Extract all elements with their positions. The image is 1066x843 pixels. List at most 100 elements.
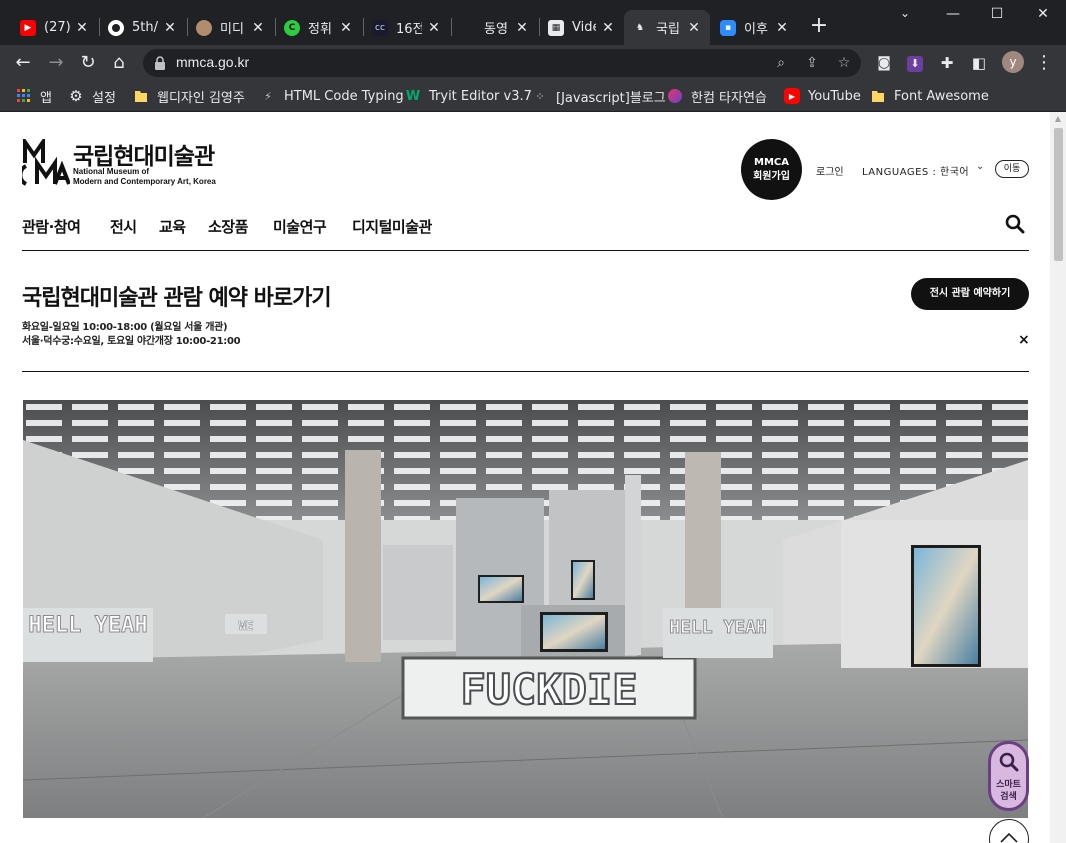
lock-icon: [155, 56, 165, 70]
download-icon[interactable]: ⬇: [903, 51, 927, 75]
logo-english-text: National Museum of Modern and Contempora…: [73, 167, 216, 186]
bookmark-link[interactable]: ▶ YouTube: [784, 86, 861, 106]
close-icon[interactable]: ✕: [250, 20, 266, 36]
logo-korean-text[interactable]: 국립현대미술관: [73, 137, 215, 171]
browser-tab[interactable]: ▪ 이후 ✕: [712, 10, 798, 45]
minimize-button[interactable]: —: [941, 6, 965, 26]
close-icon[interactable]: ✕: [74, 20, 90, 36]
browser-tab[interactable]: 동영 ✕: [452, 10, 538, 45]
youtube-icon: ▶: [20, 19, 36, 36]
page-scrollbar[interactable]: ▲: [1050, 112, 1066, 843]
bolt-icon: ⚡: [264, 89, 272, 103]
hero-exhibition-image[interactable]: HELL YEAH WE FUCKDIE HELL YEAH: [23, 400, 1028, 818]
mmca-icon: ♞: [632, 19, 648, 36]
browser-tab[interactable]: C 정휘 ✕: [276, 10, 362, 45]
divider: [22, 371, 1029, 372]
cc-icon: cc: [372, 19, 388, 36]
browser-tab[interactable]: cc 16전 ✕: [364, 10, 450, 45]
nav-item[interactable]: 디지털미술관: [352, 216, 432, 237]
c-logo-icon: C: [284, 19, 300, 36]
home-icon[interactable]: ⌂: [107, 51, 131, 75]
address-bar[interactable]: mmca.go.kr ⌕ ⇪ ☆: [143, 49, 861, 77]
browser-tab[interactable]: ▶ (27) ✕: [12, 10, 98, 45]
browser-tab[interactable]: 5th/ ✕: [100, 10, 186, 45]
reload-icon[interactable]: ↻: [76, 51, 100, 75]
bookmark-link[interactable]: ⁘ [Javascript]블로그: [532, 86, 665, 106]
avatar[interactable]: y: [1002, 51, 1024, 73]
reserve-button[interactable]: 전시 관람 예약하기: [911, 278, 1029, 310]
avatar-icon: [196, 19, 212, 36]
star-icon[interactable]: ☆: [833, 52, 855, 74]
bookmark-folder[interactable]: Font Awesome: [870, 86, 989, 106]
new-tab-button[interactable]: +: [808, 14, 830, 40]
bookmark-folder[interactable]: 웹디자인 김영주: [133, 86, 245, 106]
hancom-icon: [667, 88, 683, 104]
gear-icon: ⚙: [69, 87, 83, 105]
browser-tab[interactable]: ▦ Vide ✕: [540, 10, 624, 45]
camera-icon[interactable]: ◙: [872, 51, 896, 75]
nav-item[interactable]: 전시: [110, 216, 137, 237]
blank-icon: [460, 20, 476, 36]
divider: [22, 250, 1029, 251]
bookmark-link[interactable]: ⚡ HTML Code Typing: [260, 86, 404, 106]
browser-tab[interactable]: 미디 ✕: [188, 10, 274, 45]
light-sign-hell-yeah-right: HELL YEAH: [669, 617, 767, 638]
github-icon: [108, 19, 124, 36]
sidepanel-icon[interactable]: ◧: [967, 51, 991, 75]
w-icon: W: [405, 88, 421, 104]
zoom-icon: ▪: [720, 19, 736, 36]
night-hours: 서울·덕수궁:수요일, 토요일 야간개장 10:00-21:00: [22, 336, 241, 347]
bookmark-link[interactable]: 한컴 타자연습: [667, 86, 767, 106]
close-icon[interactable]: ✕: [338, 20, 354, 36]
notice-title[interactable]: 국립현대미술관 관람 예약 바로가기: [22, 280, 332, 312]
scroll-up-arrow-icon[interactable]: ▲: [1050, 112, 1066, 126]
opening-hours: 화요일-일요일 10:00-18:00 (월요일 서울 개관): [22, 322, 228, 333]
forward-arrow-icon[interactable]: →: [44, 51, 68, 75]
folder-icon: [870, 88, 886, 104]
smart-search-button[interactable]: 스마트 검색: [988, 741, 1029, 811]
video-icon: ▦: [548, 19, 564, 36]
tab-search-icon[interactable]: ⌄: [893, 6, 917, 26]
go-button[interactable]: 이동: [995, 160, 1029, 178]
url-text: mmca.go.kr: [176, 54, 250, 70]
kebab-menu-icon[interactable]: ⋮: [1032, 51, 1056, 75]
close-icon[interactable]: ✕: [686, 20, 702, 36]
nav-item[interactable]: 미술연구: [273, 216, 327, 237]
light-sign-center: FUCKDIE: [460, 665, 637, 714]
close-icon[interactable]: ×: [1018, 332, 1030, 348]
close-icon[interactable]: ✕: [514, 20, 530, 36]
web-page: 국립현대미술관 National Museum of Modern and Co…: [0, 112, 1050, 843]
search-icon: [999, 752, 1019, 772]
scroll-to-top-button[interactable]: [989, 819, 1029, 843]
browser-toolbar: ← → ↻ ⌂ mmca.go.kr ⌕ ⇪ ☆ ◙ ⬇ ✚ ◧ y ⋮: [0, 45, 1066, 81]
close-icon[interactable]: ✕: [426, 20, 442, 36]
maximize-button[interactable]: ☐: [985, 6, 1009, 26]
nav-item[interactable]: 교육: [159, 216, 186, 237]
language-select[interactable]: LANGUAGES : 한국어: [862, 163, 969, 178]
light-sign-we: WE: [239, 619, 253, 633]
chevron-down-icon[interactable]: ⌄: [976, 161, 984, 172]
share-icon[interactable]: ⇪: [801, 52, 823, 74]
back-arrow-icon[interactable]: ←: [11, 51, 35, 75]
nav-item[interactable]: 소장품: [208, 216, 248, 237]
close-icon[interactable]: ✕: [600, 20, 616, 36]
close-icon[interactable]: ✕: [162, 20, 178, 36]
browser-tab-bar: ▶ (27) ✕ 5th/ ✕ 미디 ✕ C 정휘 ✕ cc 16전 ✕ 동영 …: [0, 0, 1066, 45]
browser-tab-active[interactable]: ♞ 국립 ✕: [624, 10, 710, 45]
apps-grid-icon: [16, 88, 32, 104]
search-icon[interactable]: [1005, 214, 1025, 234]
close-icon[interactable]: ✕: [774, 20, 790, 36]
nav-item[interactable]: 관람·참여: [22, 216, 81, 237]
bookmark-apps[interactable]: 앱: [16, 86, 52, 106]
zoom-out-icon[interactable]: ⌕: [770, 52, 792, 74]
youtube-icon: ▶: [784, 88, 800, 104]
bookmarks-bar: 앱 ⚙ 설정 웹디자인 김영주 ⚡ HTML Code Typing W Try…: [0, 81, 1066, 112]
extensions-icon[interactable]: ✚: [935, 51, 959, 75]
bookmark-settings[interactable]: ⚙ 설정: [68, 86, 116, 106]
scrollbar-thumb[interactable]: [1054, 128, 1063, 261]
member-join-button[interactable]: MMCA 회원가입: [741, 139, 802, 200]
bookmark-link[interactable]: W Tryit Editor v3.7: [405, 86, 532, 106]
mmca-logo-icon[interactable]: [22, 139, 70, 187]
close-window-button[interactable]: ✕: [1031, 6, 1055, 26]
login-link[interactable]: 로그인: [816, 163, 844, 178]
